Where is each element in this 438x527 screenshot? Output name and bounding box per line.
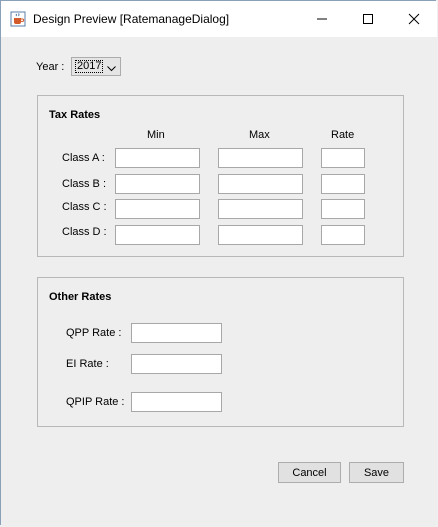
minimize-icon xyxy=(317,18,327,20)
java-cup-icon xyxy=(10,11,26,27)
window-title: Design Preview [RatemanageDialog] xyxy=(33,12,230,26)
class-a-rate-field[interactable] xyxy=(321,148,365,168)
class-a-label: Class A : xyxy=(62,152,105,164)
qpp-rate-field[interactable] xyxy=(131,323,222,343)
column-header-rate: Rate xyxy=(331,129,355,141)
column-header-max: Max xyxy=(249,129,270,141)
close-button[interactable] xyxy=(391,1,437,37)
column-header-min: Min xyxy=(147,129,165,141)
qpip-rate-field[interactable] xyxy=(131,392,222,412)
close-icon xyxy=(408,13,420,25)
save-button[interactable]: Save xyxy=(349,462,404,483)
ei-rate-field[interactable] xyxy=(131,354,222,374)
year-dropdown[interactable]: 2017 xyxy=(71,57,121,76)
qpip-rate-label: QPIP Rate : xyxy=(66,396,125,408)
other-rates-title: Other Rates xyxy=(49,291,112,303)
maximize-button[interactable] xyxy=(345,1,391,37)
class-b-label: Class B : xyxy=(62,178,107,190)
class-c-max-field[interactable] xyxy=(218,199,303,219)
class-b-rate-field[interactable] xyxy=(321,174,365,194)
class-a-max-field[interactable] xyxy=(218,148,303,168)
year-label: Year : xyxy=(36,61,65,73)
year-selected-value: 2017 xyxy=(75,60,104,73)
dialog-content: Year : 2017 Tax Rates Min Max Rate Class… xyxy=(1,37,437,526)
other-rates-panel: Other Rates QPP Rate : EI Rate : QPIP Ra… xyxy=(37,277,404,427)
class-d-min-field[interactable] xyxy=(115,225,200,245)
qpp-rate-label: QPP Rate : xyxy=(66,327,122,339)
dialog-window: Design Preview [RatemanageDialog] Year :… xyxy=(0,0,437,526)
class-a-min-field[interactable] xyxy=(115,148,200,168)
title-bar[interactable]: Design Preview [RatemanageDialog] xyxy=(1,1,437,37)
class-b-max-field[interactable] xyxy=(218,174,303,194)
class-d-max-field[interactable] xyxy=(218,225,303,245)
class-c-rate-field[interactable] xyxy=(321,199,365,219)
class-c-min-field[interactable] xyxy=(115,199,200,219)
tax-rates-title: Tax Rates xyxy=(49,109,101,121)
cancel-button[interactable]: Cancel xyxy=(278,462,341,483)
class-d-label: Class D : xyxy=(62,226,107,238)
tax-rates-panel: Tax Rates Min Max Rate Class A : Class B… xyxy=(37,95,404,257)
minimize-button[interactable] xyxy=(299,1,345,37)
class-b-min-field[interactable] xyxy=(115,174,200,194)
class-d-rate-field[interactable] xyxy=(321,225,365,245)
ei-rate-label: EI Rate : xyxy=(66,358,109,370)
chevron-down-icon xyxy=(107,63,116,75)
class-c-label: Class C : xyxy=(62,201,107,213)
maximize-icon xyxy=(363,14,373,24)
